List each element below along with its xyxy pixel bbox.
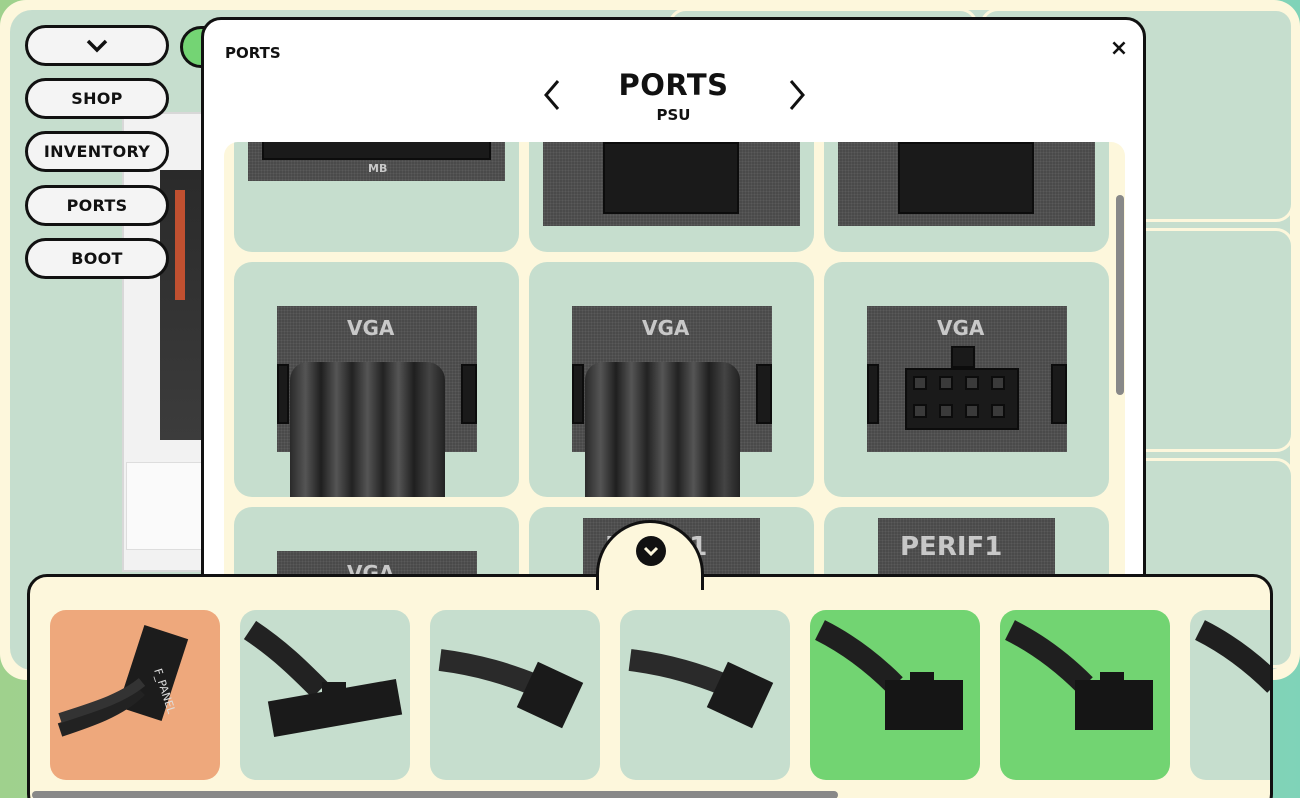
port-label: VGA — [347, 316, 395, 340]
modal-small-title: PORTS — [225, 44, 281, 62]
ports-button[interactable]: PORTS — [25, 185, 169, 226]
pcie-cable-icon — [814, 620, 963, 730]
modal-heading: PORTS — [618, 68, 729, 102]
modal-subheading: PSU — [656, 106, 691, 124]
f-panel-cable-icon: F_PANEL — [57, 624, 189, 737]
close-button[interactable]: × — [1107, 36, 1131, 61]
port-slot[interactable] — [824, 142, 1109, 252]
port-slot[interactable] — [529, 142, 814, 252]
8-pin-cable-icon — [438, 649, 584, 729]
cable-card-f-panel[interactable]: F_PANEL — [50, 610, 220, 780]
inventory-button[interactable]: INVENTORY — [25, 131, 169, 172]
port-label: VGA — [642, 316, 690, 340]
connected-cable — [585, 362, 740, 497]
cable-card-8pin[interactable] — [620, 610, 790, 780]
menu-toggle-button[interactable] — [25, 25, 169, 66]
chevron-right-icon — [789, 80, 805, 110]
24-pin-cable-icon — [243, 620, 403, 738]
port-slot-vga[interactable]: VGA — [824, 262, 1109, 497]
grid-scrollbar[interactable] — [1116, 195, 1124, 395]
cable-tray: F_PANEL — [27, 574, 1273, 798]
pcie-cable-icon — [1004, 620, 1153, 730]
pc-case-base — [126, 462, 212, 550]
vga-socket — [905, 368, 1019, 430]
8-pin-cable-icon — [1194, 620, 1270, 693]
cable-card-pcie[interactable] — [1000, 610, 1170, 780]
port-label: PERIF1 — [900, 532, 1003, 562]
port-slot-vga[interactable]: VGA — [234, 262, 519, 497]
next-arrow-button[interactable] — [785, 78, 809, 112]
connected-cable — [290, 362, 445, 497]
chevron-down-icon — [86, 39, 108, 52]
chevron-down-icon — [636, 536, 666, 566]
cable-card-8pin[interactable] — [430, 610, 600, 780]
8-pin-cable-icon — [628, 649, 774, 729]
cable-card-8pin[interactable] — [1190, 610, 1270, 780]
port-label: MB — [368, 162, 388, 175]
port-slot-mb[interactable]: MB — [234, 142, 519, 252]
port-slot-vga[interactable]: VGA — [529, 262, 814, 497]
boot-button[interactable]: BOOT — [25, 238, 169, 279]
cable-card-24pin[interactable] — [240, 610, 410, 780]
port-label: VGA — [937, 316, 985, 340]
shop-button[interactable]: SHOP — [25, 78, 169, 119]
cable-card-pcie[interactable] — [810, 610, 980, 780]
tray-scrollbar[interactable] — [32, 791, 838, 798]
